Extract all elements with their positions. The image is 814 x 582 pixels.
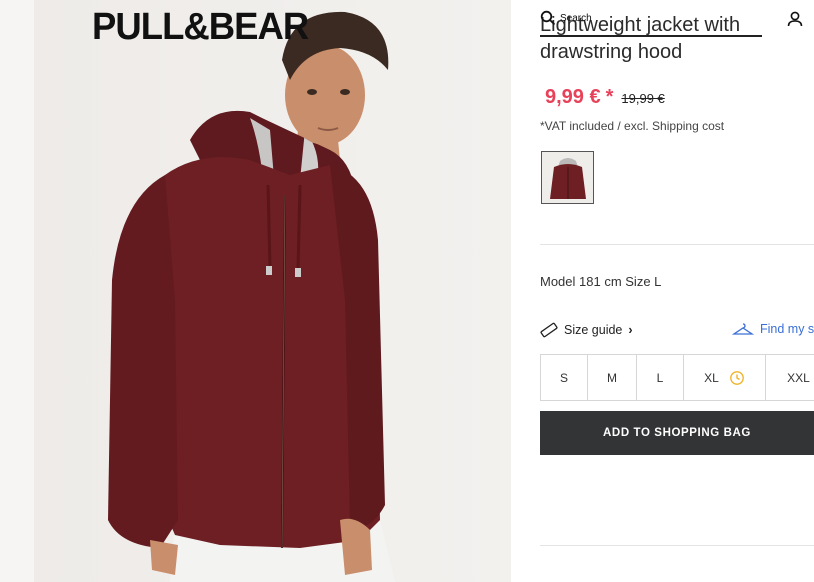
size-option-m[interactable]: M bbox=[588, 355, 637, 400]
search-button[interactable]: Search bbox=[540, 10, 592, 26]
size-label: S bbox=[559, 370, 568, 385]
user-icon bbox=[787, 11, 803, 27]
price-asterisk: * bbox=[605, 86, 614, 108]
current-price: 9,99 € bbox=[545, 86, 601, 108]
search-icon bbox=[540, 10, 556, 26]
model-info: Model 181 cm Size L bbox=[540, 274, 662, 289]
size-selector: S M L XL XXL bbox=[540, 354, 814, 401]
section-divider bbox=[540, 545, 814, 546]
size-label: M bbox=[607, 370, 617, 385]
section-divider bbox=[540, 244, 814, 245]
product-image[interactable] bbox=[0, 0, 511, 582]
size-option-xl[interactable]: XL bbox=[684, 355, 766, 400]
hanger-icon bbox=[732, 323, 754, 335]
size-label: XL bbox=[704, 370, 719, 385]
add-to-bag-button[interactable]: ADD TO SHOPPING BAG bbox=[540, 411, 814, 455]
clock-icon bbox=[729, 370, 744, 385]
find-size-label: Find my s bbox=[760, 322, 814, 336]
original-price: 19,99 € bbox=[621, 91, 665, 106]
account-button[interactable] bbox=[786, 10, 804, 33]
chevron-right-icon: › bbox=[628, 323, 633, 337]
size-option-xxl[interactable]: XXL bbox=[766, 355, 814, 400]
jacket-thumbnail-image bbox=[549, 157, 586, 199]
size-label: L bbox=[656, 370, 664, 385]
size-option-s[interactable]: S bbox=[541, 355, 588, 400]
brand-logo[interactable]: PULL&BEAR bbox=[92, 8, 309, 46]
ruler-icon bbox=[540, 322, 558, 338]
title-underline bbox=[540, 35, 762, 37]
model-illustration bbox=[108, 11, 395, 582]
color-swatch-thumbnail[interactable] bbox=[541, 151, 594, 204]
size-guide-label: Size guide bbox=[564, 323, 623, 337]
vat-note: *VAT included / excl. Shipping cost bbox=[540, 119, 725, 133]
size-option-l[interactable]: L bbox=[637, 355, 684, 400]
find-my-size-link[interactable]: Find my s bbox=[732, 322, 814, 336]
price-row: 9,99 € * 19,99 € bbox=[545, 86, 665, 109]
search-label: Search bbox=[560, 12, 592, 24]
size-label: XXL bbox=[787, 370, 810, 385]
size-guide-link[interactable]: Size guide › bbox=[540, 322, 633, 338]
